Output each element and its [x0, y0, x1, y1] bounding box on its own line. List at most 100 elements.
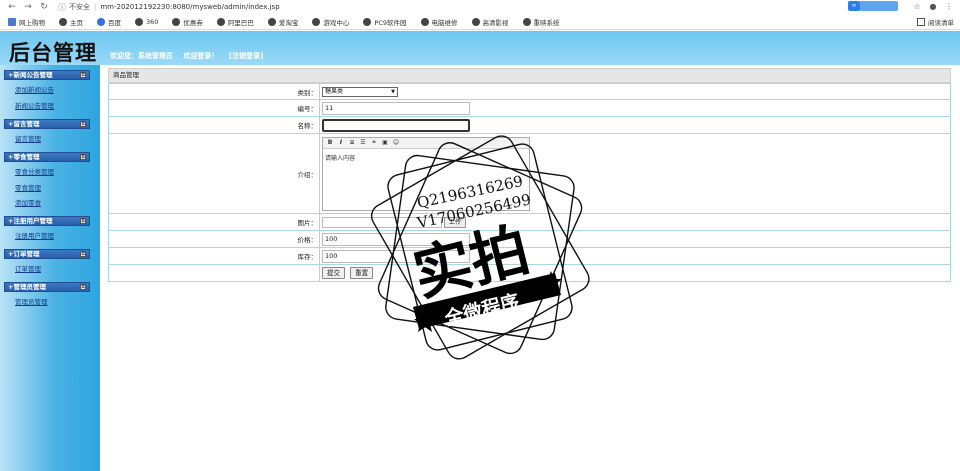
globe-icon [471, 17, 480, 26]
bold-icon[interactable]: B [326, 139, 334, 147]
form-row-intro: 介绍： B I ≡ ☰ ⚭ ▣ ☺ 请输入内容 [108, 133, 951, 214]
reading-list[interactable]: 阅读清单 [917, 17, 954, 27]
sidebar-group-users[interactable]: +注册用户管理 ± [4, 216, 90, 226]
info-icon[interactable]: ⓘ [58, 2, 66, 13]
globe-icon [135, 17, 143, 26]
sidebar-item-news-manage[interactable]: 新闻公告管理 [15, 100, 54, 110]
image-label: 图片： [108, 213, 320, 231]
sidebar-group-snacks[interactable]: +零食管理 ± [4, 152, 90, 162]
star-icon [414, 311, 436, 332]
paw-icon [97, 17, 105, 26]
bookmark-item[interactable]: 游戏中心 [312, 17, 349, 27]
globe-icon [172, 17, 181, 26]
reset-button[interactable]: 重置 [350, 267, 374, 279]
name-input[interactable] [322, 118, 470, 132]
sidebar: +新闻公告管理 ± 添加新闻公告 新闻公告管理 +留言管理 ± 留言管理 +零食管理… [0, 65, 100, 471]
bookmark-item[interactable]: 网上购物 [8, 17, 45, 27]
app-logo-title: 后台管理 [9, 40, 97, 65]
sidebar-group-admins[interactable]: +管理员管理 ± [4, 282, 90, 292]
number-label: 编号： [108, 99, 320, 117]
intro-rich-editor[interactable]: B I ≡ ☰ ⚭ ▣ ☺ 请输入内容 [322, 136, 530, 211]
editor-toolbar: B I ≡ ☰ ⚭ ▣ ☺ [323, 137, 529, 149]
link-icon[interactable]: ⚭ [370, 139, 378, 147]
bookmark-item[interactable]: 电脑维修 [420, 17, 458, 27]
forward-arrow-icon[interactable]: → [22, 2, 34, 12]
welcome-user: 欢迎您：系统管理员 [110, 52, 173, 60]
sidebar-item-snack-manage[interactable]: 零食管理 [15, 182, 41, 192]
form-row-actions: 提交 重置 [108, 264, 951, 282]
price-input[interactable]: 100 [322, 232, 470, 246]
profile-icon[interactable]: ● [928, 2, 938, 11]
category-label: 类别： [108, 83, 320, 100]
sidebar-group-messages[interactable]: +留言管理 ± [4, 119, 90, 129]
bookmark-item[interactable]: 百度 [97, 17, 121, 27]
submit-button[interactable]: 提交 [322, 267, 345, 279]
bookmark-item[interactable]: PC9软件园 [363, 17, 407, 27]
price-label: 价格： [108, 230, 320, 248]
ordered-list-icon[interactable]: ≡ [348, 139, 356, 147]
panel-title: 商品管理 [108, 68, 951, 83]
bookmark-item[interactable]: 优惠券 [172, 17, 203, 27]
sidebar-item-snack-category[interactable]: 零食分类管理 [15, 166, 54, 176]
globe-icon [267, 17, 276, 26]
italic-icon[interactable]: I [337, 139, 345, 147]
form-row-stock: 库存： 100 [108, 247, 951, 265]
image-path-input[interactable] [322, 216, 442, 228]
image-icon[interactable]: ▣ [381, 139, 389, 147]
number-input[interactable]: 11 [322, 101, 470, 115]
sidebar-group-orders[interactable]: +订单管理 ± [4, 249, 90, 259]
apps-icon [8, 17, 16, 26]
app-header: 后台管理 欢迎您：系统管理员 欢迎登录！ [注销登录] [0, 31, 960, 65]
browser-toolbar-right: ∞ ☆ ● ⋮ [848, 1, 954, 11]
globe-icon [420, 17, 429, 26]
editor-body[interactable]: 请输入内容 [323, 149, 529, 166]
sidebar-group-news[interactable]: +新闻公告管理 ± [4, 70, 90, 80]
form-row-image: 图片： 上传 [108, 213, 951, 231]
globe-icon [363, 17, 372, 26]
emoji-icon[interactable]: ☺ [392, 139, 400, 147]
chevron-down-icon: ▼ [391, 88, 395, 95]
expand-toggle-icon[interactable]: ± [80, 218, 86, 224]
reload-icon[interactable]: ↻ [38, 2, 50, 12]
globe-icon [312, 17, 321, 26]
back-arrow-icon[interactable]: ← [6, 2, 18, 12]
bookmark-item[interactable]: 360 [135, 17, 158, 26]
globe-icon [216, 17, 225, 26]
welcome-message: 欢迎登录！ [183, 52, 219, 60]
sidebar-item-add-snack[interactable]: 添加零食 [15, 197, 41, 207]
sidebar-item-messages[interactable]: 留言管理 [15, 133, 41, 143]
form-row-price: 价格： 100 [108, 230, 951, 248]
globe-icon [522, 17, 531, 26]
insecure-label: 不安全 [69, 3, 90, 11]
bookmark-item[interactable]: 重映系统 [522, 17, 560, 27]
welcome-bar: 欢迎您：系统管理员 欢迎登录！ [注销登录] [110, 51, 271, 61]
stock-input[interactable]: 100 [322, 249, 470, 263]
menu-dots-icon[interactable]: ⋮ [944, 2, 954, 11]
globe-icon [59, 17, 67, 26]
expand-toggle-icon[interactable]: ± [80, 121, 86, 127]
category-select[interactable]: 糖果类 ▼ [322, 86, 398, 97]
upload-button[interactable]: 上传 [444, 216, 467, 228]
browser-address-bar: ← → ↻ ⓘ 不安全 | mm-202012192230:8080/myswe… [0, 0, 960, 14]
bookmark-item[interactable]: 爱淘宝 [267, 17, 298, 27]
sidebar-item-orders[interactable]: 订单管理 [15, 263, 41, 273]
extension-button[interactable] [860, 1, 898, 11]
sidebar-item-admins[interactable]: 管理员管理 [15, 296, 48, 306]
sidebar-item-add-news[interactable]: 添加新闻公告 [15, 84, 54, 94]
extension-icon[interactable]: ∞ [848, 1, 860, 11]
bookmark-item[interactable]: 阿里巴巴 [216, 17, 254, 27]
bookmarks-bar: 网上购物 主页 百度 360 优惠券 阿里巴巴 爱淘宝 游戏中心 PC9软件园 … [0, 14, 960, 30]
intro-label: 介绍： [108, 133, 320, 214]
expand-toggle-icon[interactable]: ± [80, 154, 86, 160]
unordered-list-icon[interactable]: ☰ [359, 139, 367, 147]
sidebar-item-users[interactable]: 注册用户管理 [15, 230, 54, 240]
form-row-number: 编号： 11 [108, 99, 951, 117]
star-icon[interactable]: ☆ [912, 2, 922, 11]
logout-link[interactable]: [注销登录] [229, 52, 263, 60]
bookmark-item[interactable]: 主页 [59, 17, 83, 27]
url-text[interactable]: mm-202012192230:8080/mysweb/admin/index.… [100, 3, 279, 11]
expand-toggle-icon[interactable]: ± [80, 284, 86, 290]
expand-toggle-icon[interactable]: ± [80, 72, 86, 78]
expand-toggle-icon[interactable]: ± [80, 251, 86, 257]
bookmark-item[interactable]: 高清影视 [471, 17, 509, 27]
